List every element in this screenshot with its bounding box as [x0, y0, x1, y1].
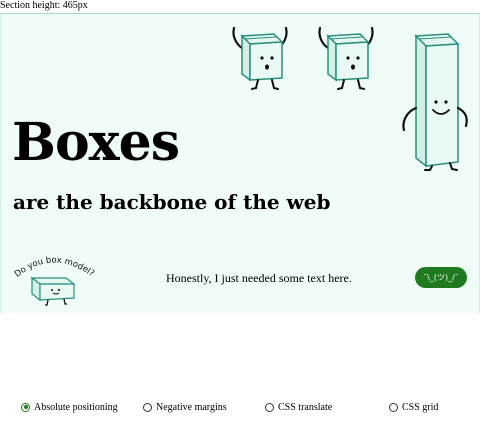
radio-label: CSS grid [402, 401, 439, 413]
radio-css-translate[interactable]: CSS translate [265, 398, 332, 416]
tall-box-character-icon [400, 28, 472, 173]
radio-button[interactable] [143, 402, 152, 412]
page-title: Boxes [12, 112, 180, 173]
box-model-badge-icon [30, 276, 76, 306]
radio-label: Negative margins [156, 401, 227, 413]
box-model-badge: Do you box model? [8, 252, 98, 313]
radio-absolute-positioning[interactable]: Absolute positioning [21, 398, 118, 416]
radio-label: CSS translate [278, 401, 333, 413]
radio-css-grid[interactable]: CSS grid [389, 398, 438, 416]
body-text: Honestly, I just needed some text here. [166, 271, 352, 285]
radio-label: Absolute positioning [34, 401, 118, 413]
svg-text:Do you box model?: Do you box model? [13, 255, 96, 279]
badge-text: Do you box model? [13, 255, 96, 279]
box-character-icon [228, 22, 292, 94]
radio-button[interactable] [389, 402, 398, 412]
box-character-icon [314, 22, 378, 94]
positioning-method-radio-group: Absolute positioning Negative margins CS… [0, 398, 480, 416]
section-height-label: Section height: 465px [0, 0, 88, 11]
page-subtitle: are the backbone of the web [13, 190, 331, 214]
radio-button[interactable] [265, 402, 274, 412]
shrug-button[interactable]: ¯\_(ツ)_/¯ [415, 267, 467, 288]
radio-button-checked[interactable] [21, 402, 30, 412]
radio-negative-margins[interactable]: Negative margins [143, 398, 227, 416]
